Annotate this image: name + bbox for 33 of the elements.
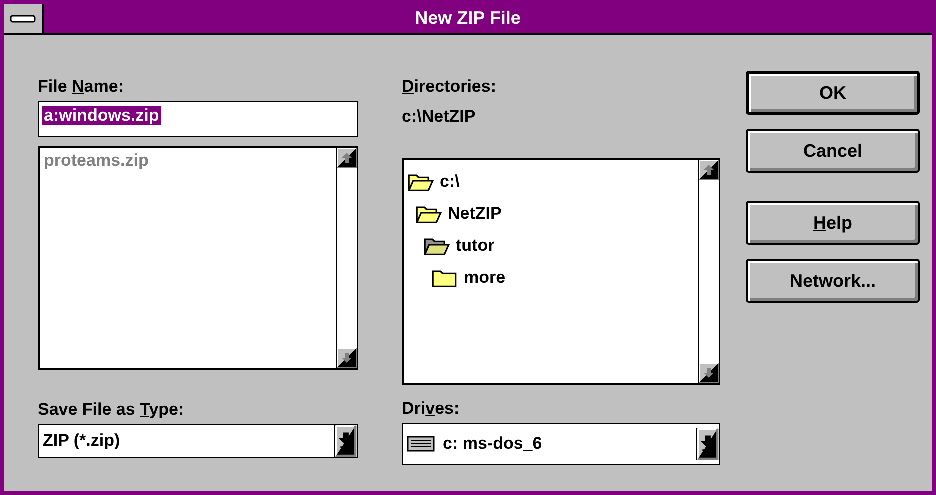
field-label: File Name: (38, 77, 125, 98)
up-arrow-icon[interactable] (337, 148, 357, 168)
dropdown-arrow-icon[interactable] (334, 425, 357, 457)
directory-list[interactable]: c:\ NetZIP tutor more (402, 158, 720, 385)
down-arrow-icon[interactable] (337, 348, 357, 368)
dropdown-arrow-icon[interactable] (696, 428, 719, 460)
dialog-button[interactable]: OK (746, 71, 920, 115)
open-folder-icon (408, 172, 434, 192)
drive-icon (407, 436, 435, 452)
open-folder-icon (416, 204, 442, 224)
field-label: Save File as Type: (38, 400, 186, 421)
directory-item[interactable]: tutor (456, 236, 495, 256)
open-folder-icon (424, 236, 450, 256)
down-arrow-icon[interactable] (699, 363, 719, 383)
file-type-dropdown[interactable]: ZIP (*.zip) (38, 424, 358, 458)
directory-item[interactable]: NetZIP (448, 204, 502, 224)
field-label: Drives: (402, 399, 461, 420)
dialog-button[interactable]: Help (746, 201, 920, 245)
up-arrow-icon[interactable] (699, 160, 719, 180)
window-title: New ZIP File (414, 8, 522, 29)
system-menu-button[interactable] (4, 4, 44, 33)
scrollbar[interactable] (698, 160, 719, 383)
directory-item[interactable]: c:\ (440, 172, 460, 192)
drive-dropdown[interactable]: c: ms-dos_6 (402, 423, 720, 465)
current-path: c:\NetZIP (402, 107, 477, 128)
directory-item[interactable]: more (464, 268, 506, 288)
file-name-field[interactable]: a:windows.zip (38, 101, 358, 137)
dialog-button[interactable]: Network... (746, 259, 920, 303)
field-label: Directories: (402, 77, 498, 98)
folder-icon (432, 268, 458, 288)
dialog-button[interactable]: Cancel (746, 129, 920, 173)
minus-icon (10, 14, 36, 22)
scrollbar[interactable] (336, 148, 357, 368)
